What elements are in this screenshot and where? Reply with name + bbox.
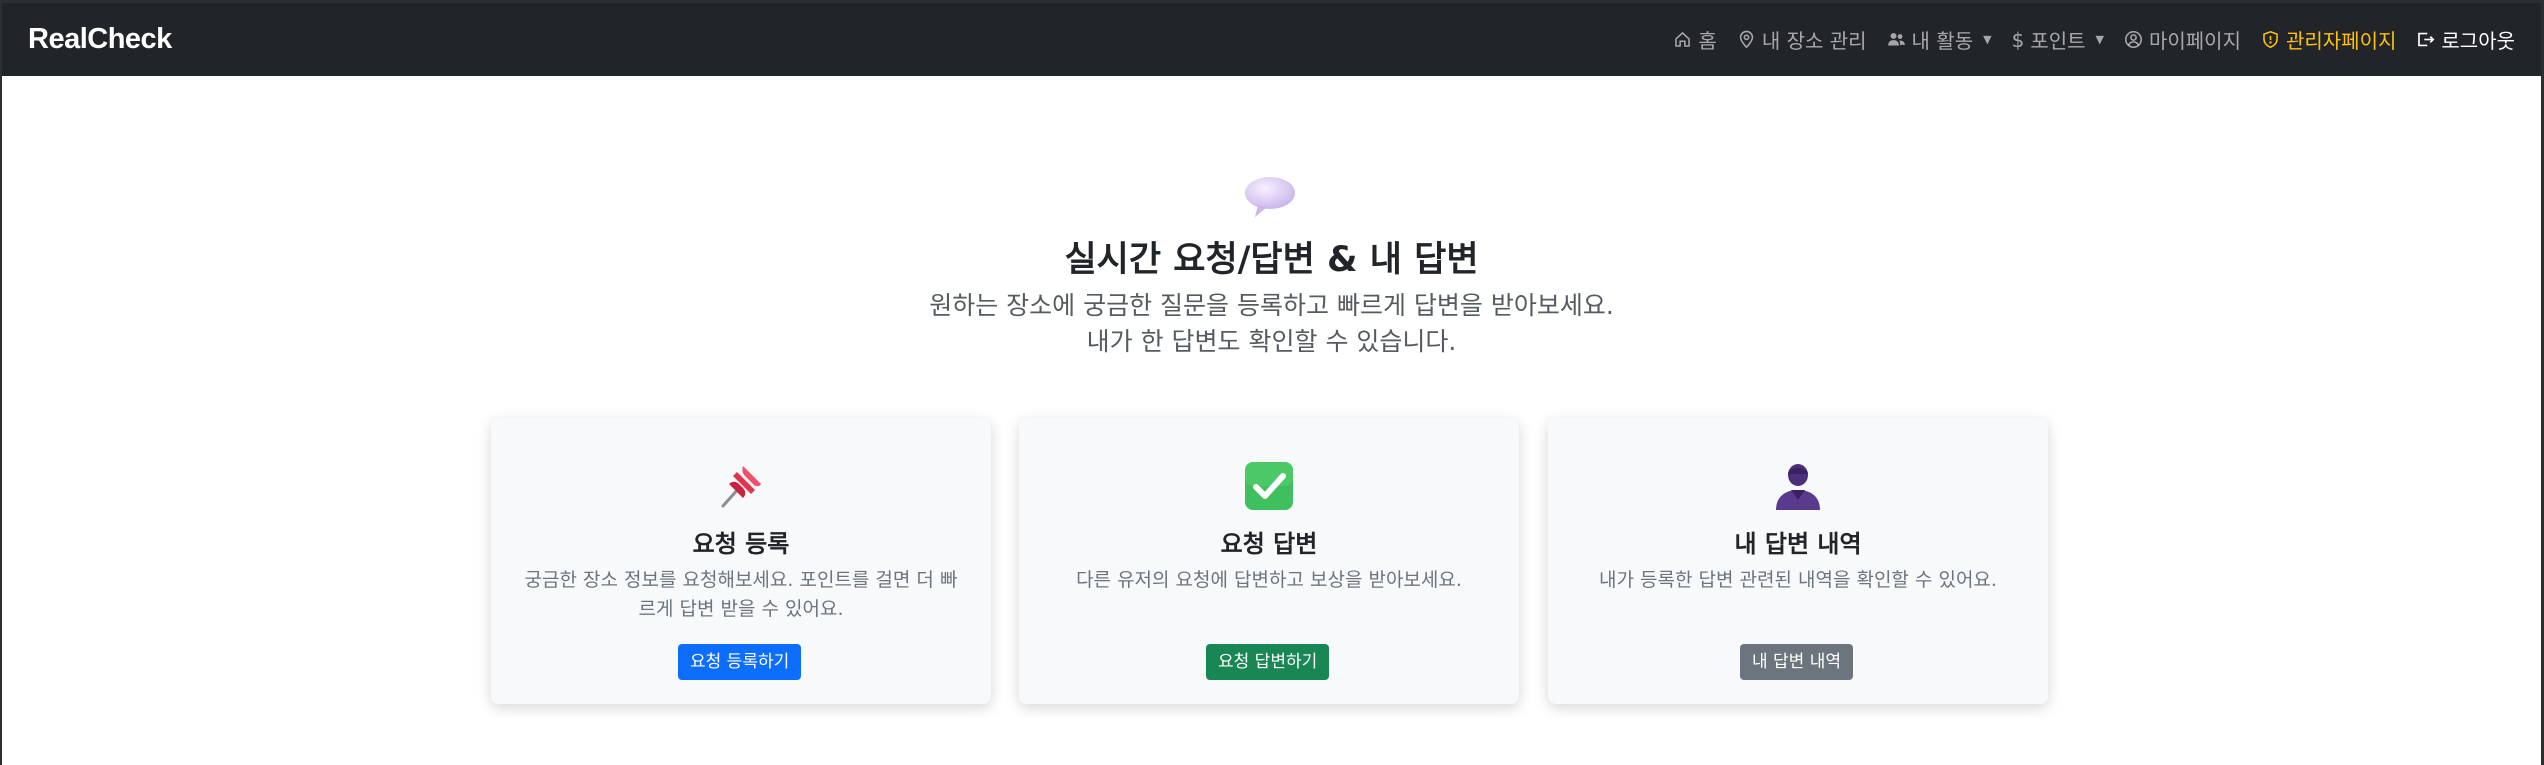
card-description: 궁금한 장소 정보를 요청해보세요. 포인트를 걸면 더 빠르게 답변 받을 수… (524, 569, 958, 620)
user-circle-icon (2124, 31, 2142, 48)
shield-icon (2263, 30, 2278, 49)
home-icon (1675, 31, 1691, 47)
main-content: 실시간 요청/답변 & 내 답변 원하는 장소에 궁금한 질문을 등록하고 빠르… (2, 76, 2541, 765)
pushpin-icon (721, 466, 761, 508)
nav-item-home[interactable]: 홈 (1663, 3, 1726, 76)
nav-label: 마이페이지 (2148, 29, 2241, 53)
nav-label: 홈 (1698, 29, 1717, 53)
card-title: 요청 답변 (1220, 530, 1318, 558)
nav-item-my-activity[interactable]: 내 활동 ▼ (1877, 3, 2002, 76)
people-icon (1887, 32, 1905, 46)
card-my-answers: 내 답변 내역 내가 등록한 답변 관련된 내역을 확인할 수 있어요. 내 답… (1548, 418, 2048, 704)
browser-viewport: RealCheck 홈 내 장소 관리 내 활동 ▼ $ 포인트 ▼ 마이페이지… (0, 0, 2544, 765)
nav-label: 로그아웃 (2441, 29, 2515, 53)
nav-item-my-places[interactable]: 내 장소 관리 (1727, 3, 1877, 76)
dollar-icon: $ (2011, 27, 2025, 52)
page-title: 실시간 요청/답변 & 내 답변 (1064, 240, 1479, 280)
map-pin-icon (1739, 30, 1754, 49)
nav-item-points[interactable]: $ 포인트 ▼ (2002, 3, 2114, 76)
card-description: 다른 유저의 요청에 답변하고 보상을 받아보세요. (1076, 569, 1462, 591)
request-answer-button[interactable]: 요청 답변하기 (1206, 644, 1330, 680)
page-subtitle-line1: 원하는 장소에 궁금한 질문을 등록하고 빠르게 답변을 받아보세요. (929, 291, 1614, 320)
nav-label: 내 장소 관리 (1761, 29, 1867, 53)
card-title: 내 답변 내역 (1734, 530, 1862, 558)
check-mark-icon (1245, 462, 1293, 510)
nav-item-admin[interactable]: 관리자페이지 (2251, 3, 2406, 76)
logout-icon (2418, 32, 2435, 47)
nav-label: 내 활동 (1911, 29, 1974, 53)
card-description: 내가 등록한 답변 관련된 내역을 확인할 수 있어요. (1599, 569, 1997, 591)
nav-label: 포인트 (2030, 29, 2086, 53)
nav-label: 관리자페이지 (2285, 29, 2397, 53)
brand-logo[interactable]: RealCheck (28, 23, 172, 56)
chevron-down-icon: ▼ (2095, 33, 2104, 46)
nav-item-mypage[interactable]: 마이페이지 (2114, 3, 2251, 76)
top-navbar: RealCheck 홈 내 장소 관리 내 활동 ▼ $ 포인트 ▼ 마이페이지… (2, 3, 2541, 76)
page-subtitle-line2: 내가 한 답변도 확인할 수 있습니다. (1086, 327, 1457, 356)
card-request-answer: 요청 답변 다른 유저의 요청에 답변하고 보상을 받아보세요. 요청 답변하기 (1019, 418, 1519, 704)
card-title: 요청 등록 (692, 530, 790, 558)
speech-bubble-icon (1245, 177, 1295, 217)
chevron-down-icon: ▼ (1983, 33, 1992, 46)
user-silhouette-icon (1776, 464, 1820, 510)
card-request-register: 요청 등록 궁금한 장소 정보를 요청해보세요. 포인트를 걸면 더 빠르게 답… (491, 418, 991, 704)
my-answers-button[interactable]: 내 답변 내역 (1740, 644, 1854, 680)
request-register-button[interactable]: 요청 등록하기 (678, 644, 802, 680)
nav-item-logout[interactable]: 로그아웃 (2406, 3, 2515, 76)
nav-menu: 홈 내 장소 관리 내 활동 ▼ $ 포인트 ▼ 마이페이지 관리자페이지 로그… (1663, 3, 2515, 76)
